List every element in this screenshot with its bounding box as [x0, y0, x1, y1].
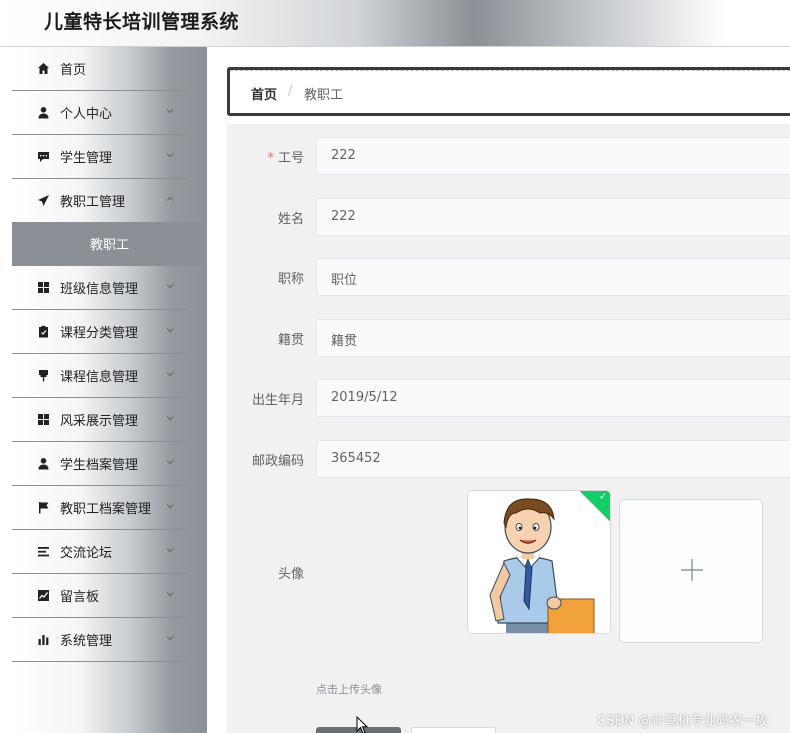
app-title: 儿童特长培训管理系统 [44, 11, 240, 33]
chevron-down-icon [166, 328, 174, 333]
grid-icon [36, 280, 50, 294]
field-label-avatar: 头像 [277, 567, 304, 582]
sidebar-subitem-label: 教职工 [89, 238, 129, 253]
sidebar-item-message-board[interactable]: 留言板 [12, 574, 187, 618]
sidebar-item-label: 班级信息管理 [60, 282, 139, 297]
home-icon [36, 61, 50, 75]
hometown-input[interactable]: 籍贯 [316, 319, 790, 357]
avatar-upload-button[interactable] [619, 499, 763, 643]
sidebar-item-course-info[interactable]: 课程信息管理 [12, 354, 187, 398]
checkmark-icon: ✓ [598, 491, 608, 503]
sidebar-item-label: 个人中心 [60, 107, 113, 122]
chevron-down-icon [166, 592, 174, 597]
sidebar-item-label: 首页 [60, 63, 87, 78]
avatar-image [489, 498, 595, 633]
sidebar-item-course-categories[interactable]: 课程分类管理 [12, 310, 187, 354]
clipboard-icon [36, 324, 50, 338]
sidebar-item-label: 学生管理 [60, 151, 113, 166]
chevron-down-icon [166, 548, 174, 553]
sidebar-item-showcase[interactable]: 风采展示管理 [12, 398, 187, 442]
field-label-postal-code: 邮政编码 [251, 454, 304, 469]
sidebar-item-students[interactable]: 学生管理 [12, 135, 187, 179]
field-label-hometown: 籍贯 [277, 333, 304, 348]
chart-line-icon [36, 588, 50, 602]
field-label-title: 职称 [277, 272, 304, 287]
chevron-down-icon [166, 372, 174, 377]
sidebar-item-system[interactable]: 系统管理 [12, 618, 187, 662]
upload-tip: 点击上传头像 [316, 683, 382, 696]
field-label-staff-id: * 工号 [267, 151, 304, 166]
breadcrumb-separator: / [288, 84, 293, 99]
sidebar-item-home[interactable]: 首页 [12, 47, 187, 91]
sidebar-item-label: 教职工档案管理 [60, 502, 152, 517]
field-label-birth-date: 出生年月 [251, 393, 304, 408]
user-icon [36, 456, 50, 470]
required-mark: * [267, 151, 274, 166]
sidebar-item-label: 课程分类管理 [60, 326, 139, 341]
sidebar-item-student-archives[interactable]: 学生档案管理 [12, 442, 187, 486]
sidebar: 首页 个人中心 学生管理 教职工管理 教职工 班级信息管理 课程分类管理 课程信… [12, 47, 207, 733]
chevron-up-icon [166, 196, 174, 201]
flag-icon [36, 500, 50, 514]
breadcrumb: 首页 / 教职工 [227, 67, 790, 116]
chevron-down-icon [166, 153, 174, 158]
left-gutter [0, 47, 12, 733]
breadcrumb-home[interactable]: 首页 [251, 84, 277, 103]
chevron-down-icon [166, 416, 174, 421]
sidebar-item-label: 学生档案管理 [60, 458, 139, 473]
chevron-down-icon [166, 460, 174, 465]
avatar-preview[interactable]: ✓ [467, 490, 611, 634]
chevron-down-icon [166, 636, 174, 641]
user-icon [36, 105, 50, 119]
sidebar-item-label: 风采展示管理 [60, 414, 139, 429]
breadcrumb-current: 教职工 [304, 88, 344, 103]
sidebar-subitem-staff[interactable]: 教职工 [12, 222, 207, 266]
sidebar-item-label: 留言板 [60, 590, 100, 605]
name-input[interactable]: 222 [316, 198, 790, 236]
job-title-input[interactable]: 职位 [316, 258, 790, 296]
send-icon [36, 193, 50, 207]
birth-date-input[interactable]: 2019/5/12 [316, 379, 790, 417]
chat-icon [36, 149, 50, 163]
sidebar-item-label: 教职工管理 [60, 195, 126, 210]
chevron-down-icon [166, 284, 174, 289]
mouse-cursor-icon [356, 716, 369, 733]
field-label-name: 姓名 [277, 212, 304, 227]
sidebar-item-label: 系统管理 [60, 634, 113, 649]
sidebar-item-staff[interactable]: 教职工管理 [12, 179, 187, 223]
plus-icon [681, 559, 703, 581]
top-header: 儿童特长培训管理系统 [0, 0, 790, 47]
sidebar-item-profile[interactable]: 个人中心 [12, 91, 187, 135]
cancel-button[interactable] [411, 727, 496, 733]
watermark: CSDN @计算机专业码农一枚 [597, 714, 769, 729]
staff-id-input[interactable]: 222 [316, 137, 790, 175]
sidebar-item-staff-archives[interactable]: 教职工档案管理 [12, 486, 187, 530]
sidebar-item-label: 交流论坛 [60, 546, 113, 561]
sidebar-item-classes[interactable]: 班级信息管理 [12, 266, 187, 310]
grid-icon [36, 412, 50, 426]
chevron-down-icon [166, 109, 174, 114]
bar-chart-icon [36, 632, 50, 646]
sidebar-item-label: 课程信息管理 [60, 370, 139, 385]
pin-icon [36, 368, 50, 382]
postal-code-input[interactable]: 365452 [316, 440, 790, 478]
list-icon [36, 544, 50, 558]
sidebar-item-forum[interactable]: 交流论坛 [12, 530, 187, 574]
chevron-down-icon [166, 504, 174, 509]
